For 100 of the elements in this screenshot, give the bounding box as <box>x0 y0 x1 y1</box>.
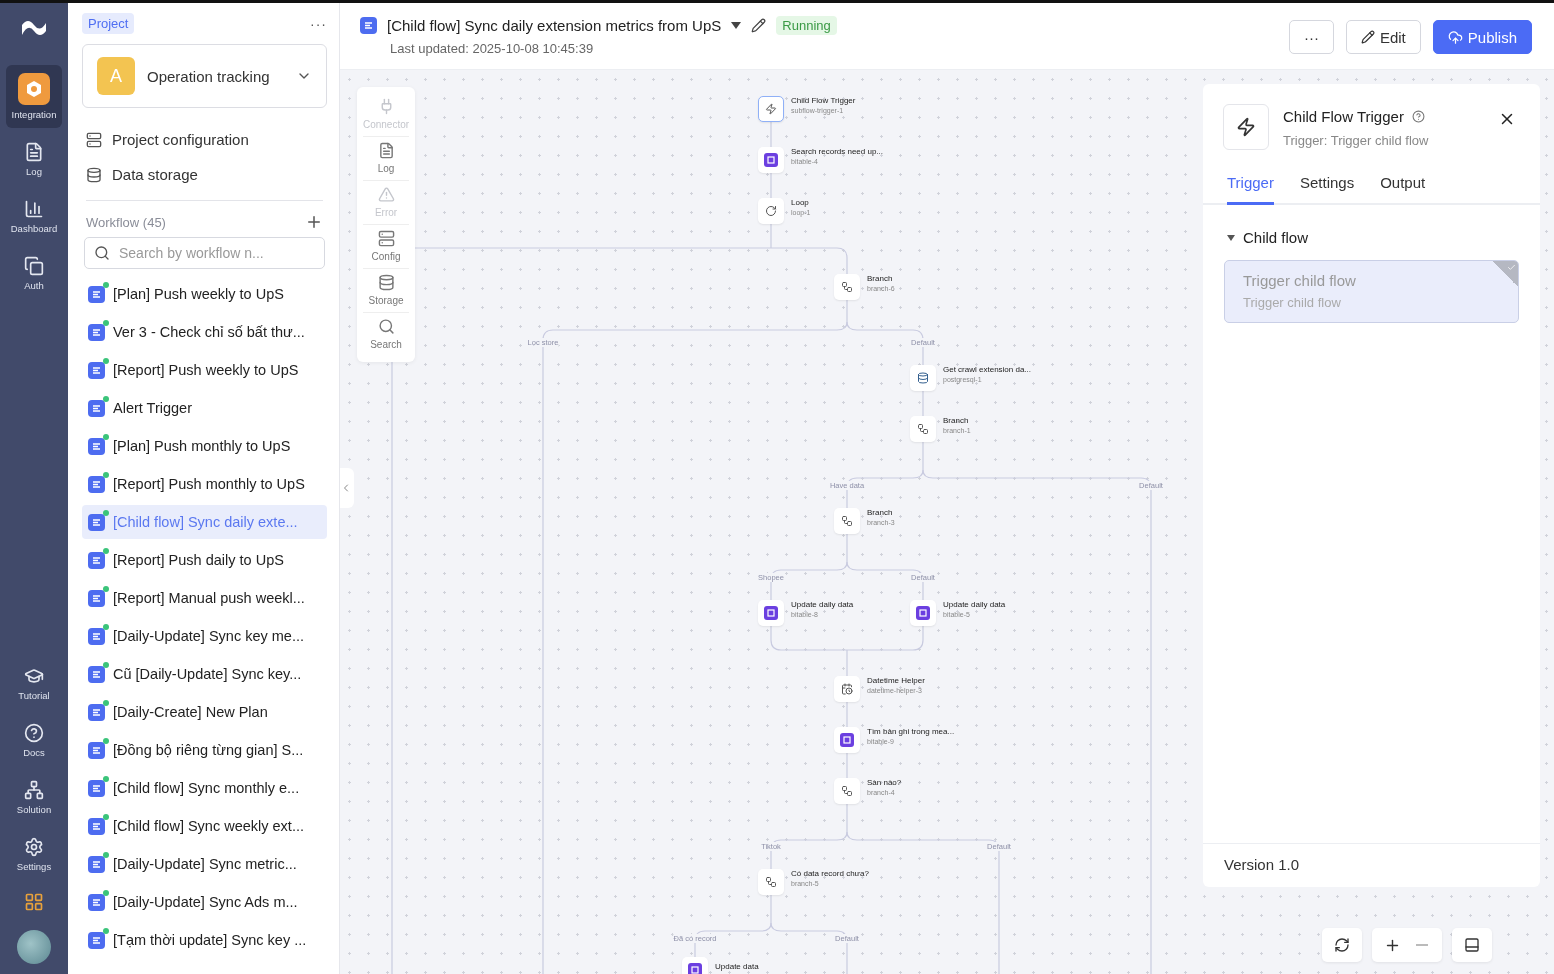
project-selector[interactable]: A Operation tracking <box>82 44 327 108</box>
rail-item[interactable]: Solution <box>6 772 62 823</box>
rail-item[interactable]: Auth <box>6 248 62 299</box>
database-icon <box>917 372 929 384</box>
table-app-icon <box>840 733 854 747</box>
apps-grid-icon[interactable] <box>24 892 44 912</box>
workflow-title: [Child flow] Sync daily extension metrics from UpS <box>387 17 722 34</box>
workflow-item[interactable]: Cũ [Daily-Update] Sync key... <box>82 657 327 691</box>
workflow-item[interactable]: Ver 3 - Check chỉ số bất thư... <box>82 315 327 349</box>
palette-item[interactable]: Log <box>363 136 409 180</box>
edit-button[interactable]: Edit <box>1345 20 1421 54</box>
add-icon[interactable] <box>305 213 323 231</box>
flow-node[interactable]: Update data <box>682 957 759 974</box>
workflow-item[interactable]: [Daily-Update] Sync metric... <box>82 847 327 881</box>
workflow-item[interactable]: [Daily-Create] New Plan <box>82 695 327 729</box>
help-icon[interactable] <box>1411 110 1425 123</box>
node-title: Branch <box>943 416 970 425</box>
pencil-icon <box>1360 30 1375 44</box>
node-title: Loop <box>791 198 810 207</box>
workflow-item[interactable]: [Report] Push weekly to UpS <box>82 353 327 387</box>
branch-icon <box>917 423 929 435</box>
panel-tab[interactable]: Trigger <box>1227 168 1274 205</box>
chart-icon <box>24 199 44 219</box>
section-header[interactable]: Child flow <box>1203 205 1540 260</box>
project-label: Project <box>82 13 135 34</box>
workflow-item[interactable]: [Child flow] Sync weekly ext... <box>82 809 327 843</box>
caret-icon[interactable] <box>731 22 742 29</box>
node-title: Update daily data <box>943 600 1006 609</box>
node-title: Search records need up... <box>791 147 884 156</box>
branch-icon <box>841 515 853 527</box>
workflow-item[interactable]: [Đồng bộ riêng từng gian] S... <box>82 733 327 767</box>
table-app-icon <box>688 963 702 974</box>
node-title: Datetime Helper <box>867 676 925 685</box>
loop-icon <box>765 205 777 217</box>
last-updated: Last updated: 2025-10-08 10:45:39 <box>390 41 595 56</box>
workflow-item[interactable]: [Report] Push daily to UpS <box>82 543 327 577</box>
pencil-icon[interactable] <box>751 18 767 33</box>
panel-tab[interactable]: Settings <box>1299 168 1355 205</box>
node-title: Tìm bản ghi trong mea... <box>867 727 955 736</box>
graduation-cap-icon <box>24 666 44 686</box>
table-app-icon <box>916 606 930 620</box>
node-title: Branch <box>867 508 894 517</box>
workflow-item[interactable]: [Daily-Update] Sync key me... <box>82 619 327 653</box>
search-field[interactable]: Search by workflow n... <box>84 237 325 269</box>
user-avatar[interactable] <box>17 930 51 964</box>
workflow-item[interactable]: [Report] Manual push weekl... <box>82 581 327 615</box>
log-icon <box>24 142 44 162</box>
rail-item[interactable]: Docs <box>6 715 62 766</box>
workflow-count: Workflow (45) <box>86 214 166 230</box>
rail-item[interactable]: Integration <box>6 65 62 128</box>
panel-subtitle: Trigger: Trigger child flow <box>1283 133 1430 148</box>
lightning-icon <box>1223 104 1269 150</box>
caret-icon <box>1227 234 1235 241</box>
auth-icon <box>24 256 44 276</box>
workflow-item[interactable]: [Tạm thời update] Sync key ... <box>82 923 327 957</box>
node-title: Sàn nào? <box>867 778 902 787</box>
calendar-icon <box>841 683 853 695</box>
table-app-icon <box>764 606 778 620</box>
branch-icon <box>841 281 853 293</box>
database-icon <box>377 274 395 291</box>
node-title: Child Flow Trigger <box>791 96 856 105</box>
database-icon <box>86 166 102 183</box>
palette-item[interactable]: Search <box>363 312 409 356</box>
warning-icon <box>377 186 395 203</box>
rail-item[interactable]: Dashboard <box>6 191 62 242</box>
workflow-item[interactable]: Alert Trigger <box>82 391 327 425</box>
publish-button[interactable]: Publish <box>1432 20 1532 54</box>
workflow-item[interactable]: [Child flow] Sync monthly e... <box>82 771 327 805</box>
cube-icon <box>18 73 50 105</box>
node-title: Có data record chưa? <box>791 869 869 878</box>
branch-icon <box>841 785 853 797</box>
more-button[interactable]: ··· <box>310 15 327 32</box>
node-title: Branch <box>867 274 894 283</box>
workflow-item[interactable]: [Report] Push monthly to UpS <box>82 467 327 501</box>
settings-icon <box>24 837 44 857</box>
minimap-icon <box>1464 937 1480 953</box>
rail-item[interactable]: Tutorial <box>6 658 62 709</box>
refresh-icon <box>1334 937 1350 953</box>
lightning-icon <box>765 103 777 115</box>
workflow-item[interactable]: [Plan] Push weekly to UpS <box>82 277 327 311</box>
rail-item[interactable]: Log <box>6 134 62 185</box>
palette-item[interactable]: Config <box>363 224 409 268</box>
node-title: Update daily data <box>791 600 854 609</box>
minus-icon <box>1416 944 1428 946</box>
workflow-item[interactable]: [Daily-Update] Sync Ads m... <box>82 885 327 919</box>
workflow-item[interactable]: [Plan] Push monthly to UpS <box>82 429 327 463</box>
solution-icon <box>24 780 44 800</box>
log-icon <box>377 142 395 159</box>
palette-item[interactable]: Storage <box>363 268 409 312</box>
config-icon <box>377 230 395 247</box>
sidebar-link[interactable]: Data storage <box>82 157 327 192</box>
panel-tab[interactable]: Output <box>1380 168 1426 205</box>
search-icon <box>94 245 110 261</box>
more-button[interactable]: ··· <box>1288 20 1334 54</box>
project-initial: A <box>97 57 135 95</box>
sidebar-link[interactable]: Project configuration <box>82 122 327 157</box>
node-title: Get crawl extension da... <box>943 365 1032 374</box>
version-label: Version 1.0 <box>1203 843 1540 887</box>
help-icon <box>24 723 44 743</box>
rail-item[interactable]: Settings <box>6 829 62 880</box>
